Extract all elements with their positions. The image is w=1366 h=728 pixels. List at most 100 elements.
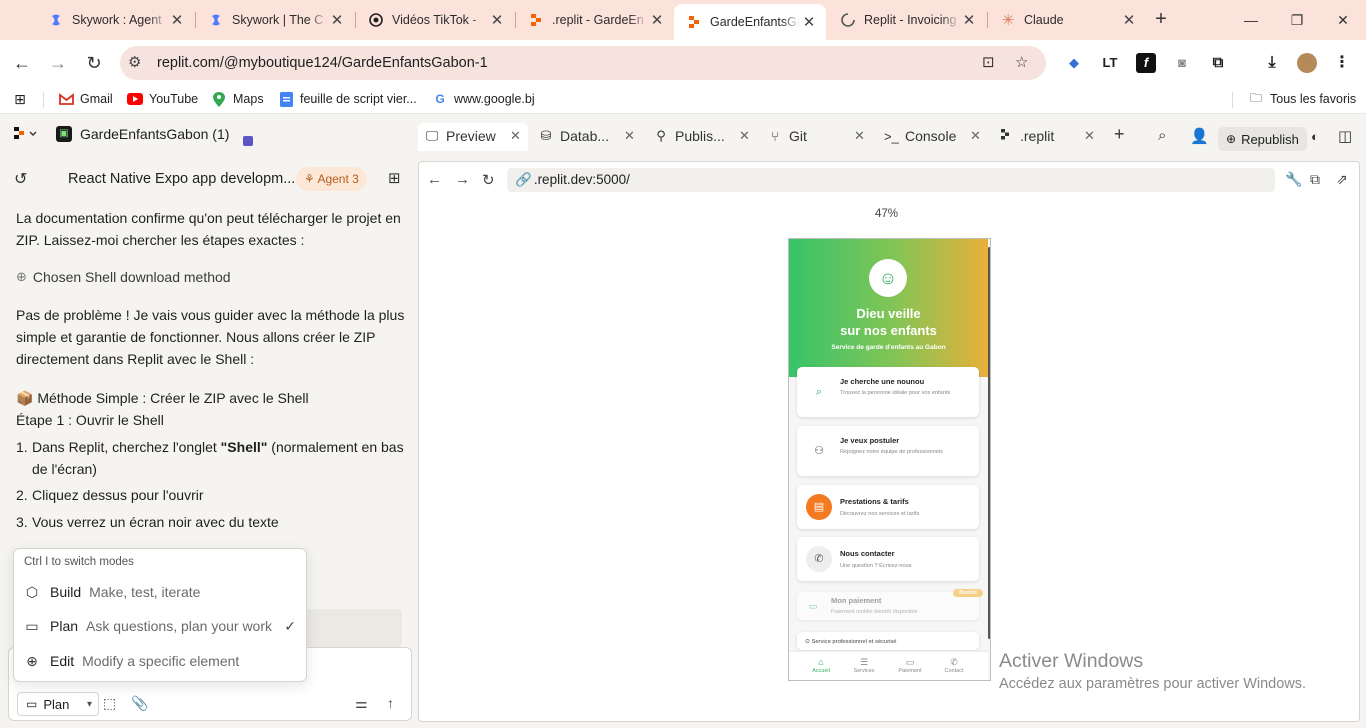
close-icon[interactable]: ✕ (800, 13, 818, 31)
close-icon[interactable]: ✕ (328, 11, 346, 29)
layout-icon[interactable]: ◫ (1338, 127, 1352, 145)
browser-tab[interactable]: Vidéos TikTok - ✕ (356, 4, 514, 36)
nav-contact[interactable]: ✆ Contact (934, 656, 974, 674)
toggle-icon[interactable]: ◐ (1311, 129, 1319, 144)
tab-replit-file[interactable]: .replit (999, 126, 1054, 146)
close-icon[interactable]: ✕ (970, 128, 981, 144)
app-card-prestations[interactable]: ▤ Prestations & tarifs Découvrez nos ser… (797, 485, 979, 529)
target-icon: ⊕ (26, 652, 38, 669)
browser-tab-active[interactable]: GardeEnfantsGab ✕ (674, 4, 826, 40)
app-preview-frame[interactable]: ☺ Dieu veille sur nos enfants Service de … (788, 238, 991, 681)
close-icon[interactable]: ✕ (739, 128, 750, 144)
bookmark-google[interactable]: Gwww.google.bj (432, 92, 534, 106)
tool-action[interactable]: ⊕ Chosen Shell download method (16, 266, 408, 288)
card-icon: ▭ (905, 657, 915, 667)
devtools-wrench-icon[interactable]: 🔧 (1285, 171, 1302, 188)
browser-tab[interactable]: Skywork : Agent ✕ (36, 4, 194, 36)
tab-preview[interactable]: 🖵 Preview (425, 126, 496, 146)
close-icon[interactable]: ✕ (960, 11, 978, 29)
republish-button[interactable]: ⊕ Republish (1218, 127, 1307, 151)
app-card-contact[interactable]: ✆ Nous contacter Une question ? Écrivez-… (797, 537, 979, 581)
tab-publishing[interactable]: ⚲ Publis... (654, 126, 725, 146)
history-icon[interactable]: ↺ (14, 169, 27, 189)
extension-icon[interactable]: f (1136, 53, 1156, 73)
browser-tab[interactable]: Skywork | The C ✕ (196, 4, 354, 36)
project-name[interactable]: ▣ GardeEnfantsGabon (1) (56, 126, 229, 142)
minimize-button[interactable]: — (1228, 0, 1274, 40)
attach-icon[interactable]: 📎 (131, 695, 148, 712)
apps-icon[interactable]: ⊞ (12, 91, 34, 107)
forward-button[interactable]: → (45, 50, 71, 76)
agent-badge[interactable]: ⚘ Agent 3 (296, 167, 367, 191)
close-icon[interactable]: ✕ (1084, 128, 1095, 144)
settings-sliders-icon[interactable]: ⚌ (355, 695, 368, 712)
bookmark-youtube[interactable]: YouTube (127, 92, 198, 106)
preview-url-input[interactable]: 🔗 .replit.dev:5000/ (507, 168, 1275, 192)
close-icon[interactable]: ✕ (488, 11, 506, 29)
address-url[interactable]: replit.com/@myboutique124/GardeEnfantsGa… (157, 55, 488, 71)
preview-pane: ← → ↻ 🔗 .replit.dev:5000/ 🔧 ⧉ ⇗ 47% ☺ Die… (418, 161, 1360, 722)
install-app-icon[interactable]: ⊡ (982, 53, 995, 71)
app-card-nounou[interactable]: ⌕ Je cherche une nounou Trouvez la perso… (797, 367, 979, 417)
nav-accueil[interactable]: ⌂ Accueil (801, 656, 841, 674)
extension-icon[interactable]: LT (1100, 53, 1120, 73)
close-icon[interactable]: ✕ (510, 128, 521, 144)
agent-thread-title[interactable]: React Native Expo app developm... (68, 171, 295, 187)
git-icon: ⑂ (771, 128, 779, 144)
camera-icon[interactable]: ◙ (1172, 53, 1192, 73)
device-icon[interactable]: ⧉ (1310, 171, 1320, 188)
new-chat-icon[interactable]: ⊞ (388, 169, 401, 187)
browser-tab[interactable]: Replit - Invoicing ✕ (828, 4, 986, 36)
extension-icon[interactable]: ◆ (1064, 53, 1084, 73)
open-external-icon[interactable]: ⇗ (1336, 171, 1348, 188)
nav-paiement[interactable]: ▭ Paiement (890, 656, 930, 674)
site-info-icon[interactable]: ⚙ (128, 53, 141, 71)
replit-logo-icon[interactable] (14, 127, 40, 144)
browser-tab[interactable]: ✳ Claude ✕ (988, 4, 1146, 36)
link-icon: 🔗 (515, 172, 532, 187)
preview-scrollbar[interactable] (988, 247, 990, 639)
browser-tab[interactable]: .replit - GardeEn ✕ (516, 4, 674, 36)
preview-forward-icon[interactable]: → (455, 171, 470, 188)
preview-reload-icon[interactable]: ↻ (482, 171, 495, 189)
mode-select-button[interactable]: ▭ Plan ▾ (17, 692, 99, 716)
all-bookmarks[interactable]: 🗀 Tous les favoris (1248, 91, 1356, 107)
publish-icon: ⚲ (656, 128, 666, 143)
close-icon[interactable]: ✕ (168, 11, 186, 29)
tab-database[interactable]: ⛁ Datab... (539, 126, 609, 146)
preview-back-icon[interactable]: ← (427, 171, 442, 188)
search-icon[interactable]: ⌕ (1158, 127, 1166, 144)
address-bar[interactable]: ⚙ replit.com/@myboutique124/GardeEnfants… (120, 46, 1046, 80)
close-icon[interactable]: ✕ (1120, 11, 1138, 29)
nav-services[interactable]: ☰ Services (844, 656, 884, 674)
select-element-icon[interactable]: ⬚ (103, 695, 116, 712)
clipboard-icon: ▤ (806, 494, 832, 520)
restore-button[interactable]: ❐ (1274, 0, 1320, 40)
app-card-postuler[interactable]: ⚇ Je veux postuler Rejoignez notre équip… (797, 426, 979, 476)
menu-icon[interactable]: ⋮ (1332, 53, 1352, 73)
close-window-button[interactable]: ✕ (1320, 0, 1366, 40)
send-arrow-icon[interactable]: ↑ (387, 695, 394, 711)
app-card-paiement[interactable]: ▭ Mon paiement Paiement mobile bientôt d… (797, 589, 983, 620)
bookmark-sheets[interactable]: feuille de script vier... (278, 91, 417, 107)
app-subtitle: Service de garde d'enfants au Gabon (831, 344, 946, 351)
reload-button[interactable]: ↻ (81, 50, 107, 76)
close-icon[interactable]: ✕ (624, 128, 635, 144)
puzzle-icon[interactable]: ⧉ (1208, 53, 1228, 73)
mode-plan[interactable]: ▭ Plan Ask questions, plan your work ✓ (24, 613, 300, 639)
bookmark-star-icon[interactable]: ☆ (1015, 53, 1028, 71)
new-tab-button[interactable]: + (1150, 8, 1172, 30)
close-icon[interactable]: ✕ (648, 11, 666, 29)
avatar[interactable] (1297, 53, 1317, 73)
mode-build[interactable]: ⬡ Build Make, test, iterate (24, 579, 300, 605)
tab-console[interactable]: >_ Console (884, 126, 956, 146)
bookmark-gmail[interactable]: Gmail (58, 92, 113, 106)
close-icon[interactable]: ✕ (854, 128, 865, 144)
bookmark-maps[interactable]: Maps (211, 91, 264, 107)
tab-git[interactable]: ⑂ Git (768, 126, 807, 146)
mode-edit[interactable]: ⊕ Edit Modify a specific element (24, 648, 300, 674)
add-tab-icon[interactable]: + (1114, 124, 1125, 145)
invite-user-icon[interactable]: 👤 (1190, 127, 1209, 145)
download-icon[interactable]: ⤓ (1262, 53, 1282, 73)
back-button[interactable]: ← (9, 50, 35, 76)
